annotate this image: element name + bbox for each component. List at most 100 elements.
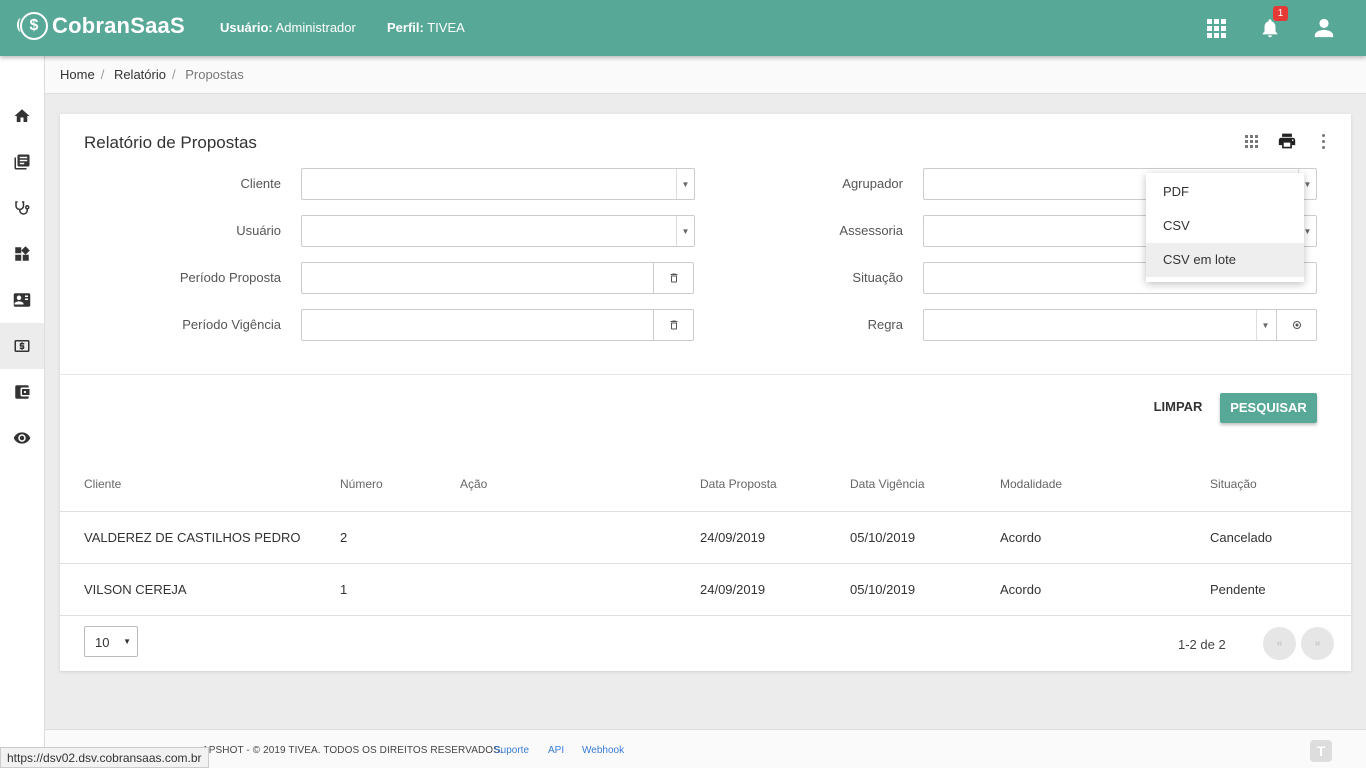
column-header-modalidade[interactable]: Modalidade xyxy=(1000,477,1062,491)
print-icon xyxy=(1278,133,1296,149)
clear-periodo-vigencia-button[interactable] xyxy=(653,310,693,340)
column-header-acao: Ação xyxy=(460,477,488,491)
menu-item-csv-em-lote[interactable]: CSV em lote xyxy=(1146,243,1304,277)
sidebar-item-finance[interactable] xyxy=(0,323,44,369)
sidebar xyxy=(0,56,45,768)
pagination-info: 1-2 de 2 xyxy=(1178,637,1226,652)
regra-label: Regra xyxy=(867,317,903,332)
page-size-select[interactable]: 10 ▼ xyxy=(84,626,138,657)
cell-modalidade: Acordo xyxy=(1000,582,1042,597)
column-header-situacao[interactable]: Situação xyxy=(1210,477,1257,491)
breadcrumb-home[interactable]: Home xyxy=(60,67,95,82)
user-label: Usuário: xyxy=(220,20,273,35)
situacao-label: Situação xyxy=(852,270,903,285)
footer: APSHOT - © 2019 TIVEA. TODOS OS DIREITOS… xyxy=(45,729,1366,768)
apps-icon xyxy=(1206,18,1226,38)
chevron-down-icon: ▼ xyxy=(1256,310,1274,340)
breadcrumb-current: Propostas xyxy=(185,67,244,82)
more-options-button[interactable] xyxy=(1315,132,1331,150)
user-icon xyxy=(1314,18,1334,38)
form-divider xyxy=(60,374,1351,375)
contact-card-icon xyxy=(13,293,31,307)
cell-numero: 1 xyxy=(340,582,348,597)
target-icon xyxy=(1292,321,1301,329)
cell-cliente: VALDEREZ DE CASTILHOS PEDRO xyxy=(84,530,301,545)
user-menu-button[interactable] xyxy=(1312,14,1336,42)
column-header-data-vigencia[interactable]: Data Vigência xyxy=(850,477,925,491)
apps-button[interactable] xyxy=(1204,14,1228,42)
sidebar-item-home[interactable] xyxy=(0,93,44,139)
pagination-total: 2 xyxy=(1218,637,1226,652)
app-logo[interactable]: $ CobranSaaS xyxy=(17,12,185,40)
periodo-proposta-label: Período Proposta xyxy=(179,270,281,285)
sidebar-item-book[interactable] xyxy=(0,139,44,185)
stethoscope-icon xyxy=(15,201,30,215)
sidebar-item-dashboard[interactable] xyxy=(0,231,44,277)
book-icon xyxy=(14,154,30,170)
footer-link-webhook[interactable]: Webhook xyxy=(582,745,624,756)
dashboard-icon xyxy=(15,246,30,261)
footer-link-api[interactable]: API xyxy=(548,745,564,756)
cliente-select[interactable]: ▼ xyxy=(301,168,695,200)
columns-button[interactable] xyxy=(1243,132,1259,150)
eye-icon xyxy=(13,432,31,444)
user-info: Usuário: Administrador xyxy=(220,20,356,35)
cliente-label: Cliente xyxy=(240,176,281,191)
cell-data-vigencia: 05/10/2019 xyxy=(850,530,916,545)
profile-info: Perfil: TIVEA xyxy=(387,20,465,35)
menu-item-csv[interactable]: CSV xyxy=(1146,209,1304,243)
notification-badge: 1 xyxy=(1273,6,1288,21)
sidebar-item-monitor[interactable] xyxy=(0,415,44,461)
logo-text: CobranSaaS xyxy=(52,13,185,38)
table-divider xyxy=(60,511,1351,512)
logo-icon: $ xyxy=(17,12,48,40)
page-size-value: 10 xyxy=(95,635,110,650)
periodo-proposta-input[interactable] xyxy=(301,262,694,294)
agrupador-label: Agrupador xyxy=(842,176,903,191)
search-button[interactable]: PESQUISAR xyxy=(1220,393,1317,423)
user-value: Administrador xyxy=(275,20,356,35)
regra-select[interactable]: ▼ xyxy=(923,309,1317,341)
next-page-button[interactable]: » xyxy=(1301,627,1334,660)
pagination-of: de xyxy=(1200,637,1215,652)
assessoria-label: Assessoria xyxy=(839,223,903,238)
print-button[interactable] xyxy=(1277,132,1297,150)
breadcrumb-relatorio[interactable]: Relatório xyxy=(114,67,166,82)
menu-item-pdf[interactable]: PDF xyxy=(1146,175,1304,209)
cell-data-proposta: 24/09/2019 xyxy=(700,530,766,545)
breadcrumb: Home / Relatório / Propostas xyxy=(45,56,1366,94)
pagination-range: 1-2 xyxy=(1178,637,1197,652)
browser-status-url: https://dsv02.dsv.cobransaas.com.br xyxy=(0,747,209,768)
cell-numero: 2 xyxy=(340,530,348,545)
cell-data-vigencia: 05/10/2019 xyxy=(850,582,916,597)
clear-periodo-proposta-button[interactable] xyxy=(653,263,693,293)
notifications-button[interactable]: 1 xyxy=(1258,6,1288,42)
footer-link-suporte[interactable]: Suporte xyxy=(494,745,529,756)
more-vert-icon xyxy=(1321,133,1325,149)
sidebar-item-contacts[interactable] xyxy=(0,277,44,323)
cell-modalidade: Acordo xyxy=(1000,530,1042,545)
top-bar: $ CobranSaaS Usuário: Administrador Perf… xyxy=(0,0,1366,56)
periodo-vigencia-input[interactable] xyxy=(301,309,694,341)
column-header-numero[interactable]: Número xyxy=(340,477,383,491)
profile-label: Perfil: xyxy=(387,20,424,35)
column-header-cliente[interactable]: Cliente xyxy=(84,477,121,491)
trash-icon xyxy=(670,320,677,330)
money-icon xyxy=(14,340,30,352)
sidebar-item-wallet[interactable] xyxy=(0,369,44,415)
clear-button[interactable]: LIMPAR xyxy=(1148,393,1208,421)
table-divider xyxy=(60,615,1351,616)
cell-data-proposta: 24/09/2019 xyxy=(700,582,766,597)
export-menu: PDF CSV CSV em lote xyxy=(1146,173,1304,282)
column-header-data-proposta[interactable]: Data Proposta xyxy=(700,477,777,491)
cell-situacao: Pendente xyxy=(1210,582,1266,597)
grid-icon xyxy=(1244,134,1258,148)
prev-page-button[interactable]: « xyxy=(1263,627,1296,660)
usuario-select[interactable]: ▼ xyxy=(301,215,695,247)
chevron-down-icon: ▼ xyxy=(676,216,694,246)
regra-action-button[interactable] xyxy=(1276,310,1316,340)
sidebar-item-stethoscope[interactable] xyxy=(0,185,44,231)
cell-situacao: Cancelado xyxy=(1210,530,1273,545)
table-divider xyxy=(60,563,1351,564)
cell-cliente: VILSON CEREJA xyxy=(84,582,187,597)
